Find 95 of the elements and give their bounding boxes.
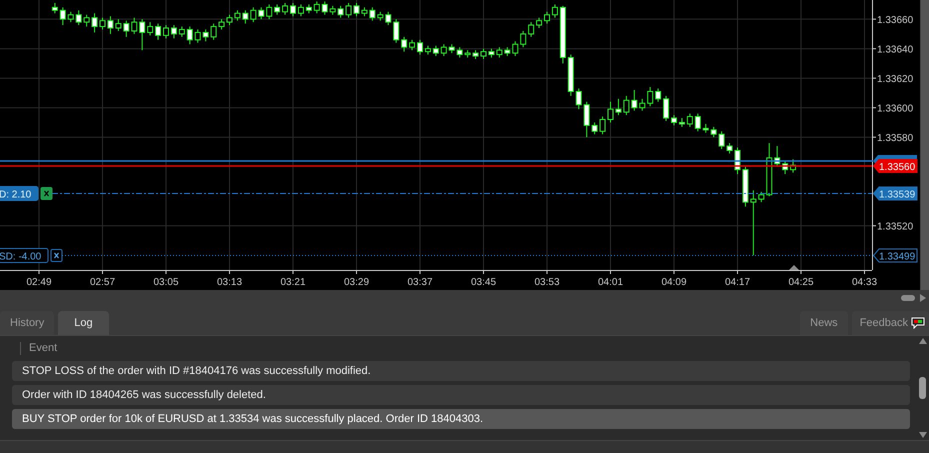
candlestick — [417, 39, 423, 56]
price-tick: 1.33620 — [877, 74, 914, 86]
candlestick — [234, 10, 240, 22]
candlestick — [338, 5, 344, 18]
candlestick — [298, 4, 304, 17]
log-row[interactable]: Order with ID 18404265 was successfully deleted. — [12, 384, 910, 405]
order-label[interactable]: D: 2.10 — [0, 186, 38, 201]
scrollbar[interactable] — [916, 336, 929, 440]
time-tick: 03:13 — [216, 277, 242, 288]
candlestick — [544, 11, 550, 24]
column-header: Event — [20, 342, 910, 355]
candlestick — [226, 14, 232, 26]
candlestick — [663, 95, 670, 122]
candlestick — [432, 45, 439, 57]
candlestick — [536, 17, 542, 29]
close-icon[interactable] — [40, 187, 52, 200]
tab[interactable]: News — [800, 310, 848, 335]
price-tick: 1.33580 — [877, 133, 914, 144]
time-tick: 03:21 — [280, 277, 306, 288]
tab[interactable]: History — [0, 310, 54, 335]
candlestick — [718, 130, 725, 150]
candlestick — [615, 98, 622, 116]
price-tag: 1.33560 — [872, 159, 918, 173]
candlestick — [758, 191, 764, 203]
time-tick: 03:37 — [407, 277, 433, 288]
candlestick — [726, 142, 733, 154]
time-tick: 03:45 — [470, 277, 496, 288]
cursor-marker-icon — [789, 265, 799, 270]
candlestick — [694, 113, 701, 132]
scroll-right-icon[interactable] — [919, 294, 926, 302]
candlestick — [210, 23, 217, 40]
candlestick — [686, 113, 693, 128]
candlestick — [496, 46, 502, 58]
candlestick — [750, 190, 756, 256]
price-tag: 1.33539 — [872, 186, 918, 200]
candlestick — [623, 95, 630, 116]
candlestick — [84, 14, 90, 28]
candlestick — [655, 88, 662, 102]
price-tick: 1.33600 — [877, 104, 914, 115]
price-tick: 1.33640 — [877, 44, 914, 56]
candlestick — [552, 4, 558, 18]
scroll-thumb[interactable] — [901, 294, 915, 300]
candlestick — [60, 6, 66, 26]
candlestick — [401, 36, 408, 52]
price-tick: 1.33520 — [877, 222, 914, 233]
scrollbar[interactable] — [920, 0, 929, 290]
candlestick — [354, 2, 360, 17]
candlestick — [440, 44, 447, 57]
candlestick — [274, 4, 280, 16]
scroll-thumb[interactable] — [919, 376, 926, 399]
log-row[interactable]: STOP LOSS of the order with ID #18404176 was successfully modified. — [12, 360, 910, 381]
candlestick — [600, 116, 606, 135]
candlestick — [631, 90, 638, 112]
price-tick: 1.33660 — [877, 15, 914, 26]
candlestick — [242, 10, 248, 24]
candlestick — [480, 48, 486, 60]
time-tick: 03:29 — [344, 277, 370, 288]
candlestick — [163, 24, 169, 39]
time-tick: 04:17 — [724, 277, 750, 288]
speech-bubble-icon — [911, 316, 925, 329]
candlestick — [218, 18, 225, 30]
close-icon[interactable] — [50, 249, 62, 262]
candlestick — [52, 2, 58, 14]
candlestick — [155, 23, 162, 40]
candlestick — [608, 101, 614, 123]
candlestick — [290, 2, 296, 17]
tab[interactable]: Feedback — [852, 310, 929, 335]
time-tick: 02:57 — [90, 277, 116, 288]
candlestick — [170, 24, 177, 39]
candlestick — [100, 17, 106, 30]
candlestick — [734, 147, 740, 175]
candlestick — [369, 6, 376, 22]
time-tick: 02:49 — [26, 277, 52, 288]
tab[interactable]: Log — [58, 310, 109, 335]
time-tick: 04:09 — [661, 277, 687, 288]
time-tick: 04:01 — [598, 277, 624, 288]
candlestick — [107, 16, 114, 34]
candlestick — [115, 18, 122, 32]
candlestick — [147, 22, 154, 36]
candlestick — [250, 6, 256, 23]
log-row[interactable]: BUY STOP order for 10k of EURUSD at 1.33534 was successfully placed. Order ID 18404303. — [12, 408, 910, 429]
scroll-up-icon[interactable] — [918, 338, 926, 344]
time-tick: 04:25 — [788, 277, 814, 288]
time-tick: 03:05 — [153, 277, 179, 288]
candlestick — [528, 22, 534, 38]
candlestick — [671, 114, 677, 126]
candlestick — [92, 12, 98, 33]
time-tick: 03:53 — [534, 277, 560, 288]
price-tag: 1.33499 — [872, 248, 918, 262]
candlestick — [186, 26, 193, 45]
time-tick: 04:33 — [852, 277, 878, 288]
candlestick — [409, 39, 416, 51]
candlestick — [123, 20, 130, 38]
candlestick — [592, 122, 598, 135]
candlestick — [178, 26, 185, 38]
